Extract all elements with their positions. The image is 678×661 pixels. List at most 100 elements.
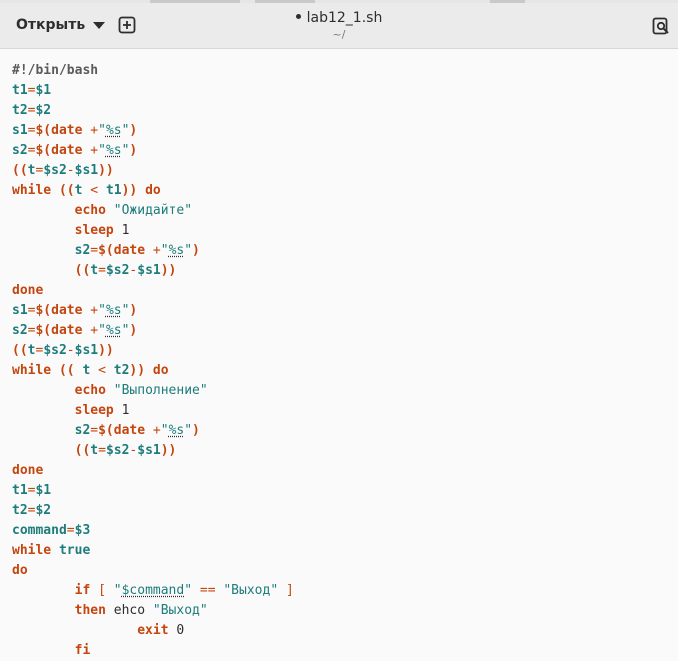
code-token: while	[12, 543, 51, 558]
code-token: $s2	[43, 163, 66, 178]
code-token: ==	[192, 583, 223, 598]
code-line: ((t=$s2-$s1))	[12, 261, 294, 281]
code-token: "	[161, 243, 169, 258]
code-line: s2=$(date +"%s")	[12, 141, 294, 161]
code-token: ))	[98, 343, 114, 358]
open-button-label: Открыть	[16, 17, 85, 33]
code-token: =	[90, 423, 98, 438]
code-token: "Выход"	[223, 583, 278, 598]
code-token: s1	[12, 123, 28, 138]
code-token	[12, 443, 75, 458]
code-token: $(date	[35, 143, 90, 158]
code-line: s1=$(date +"%s")	[12, 121, 294, 141]
code-token: ]	[278, 583, 294, 598]
code-token: t2	[12, 503, 28, 518]
code-line: sleep 1	[12, 221, 294, 241]
code-line: command=$3	[12, 521, 294, 541]
code-token: $(date	[35, 323, 90, 338]
code-token	[12, 583, 75, 598]
code-token: t1	[106, 183, 122, 198]
code-token: "	[184, 243, 192, 258]
code-token: <	[90, 363, 113, 378]
code-token: -	[67, 343, 75, 358]
code-line: ((t=$s2-$s1))	[12, 161, 294, 181]
code-token: %s	[169, 243, 185, 258]
search-button[interactable]	[652, 17, 670, 35]
code-token: command	[12, 523, 67, 538]
code-token	[12, 603, 75, 618]
code-line: echo "Ожидайте"	[12, 201, 294, 221]
code-token: ((	[51, 363, 82, 378]
code-token: "	[184, 423, 192, 438]
code-token: $s2	[106, 443, 129, 458]
code-token: do	[145, 363, 168, 378]
code-line: s2=$(date +"%s")	[12, 421, 294, 441]
code-line: done	[12, 461, 294, 481]
code-token: )	[129, 143, 137, 158]
code-token: $s1	[75, 163, 98, 178]
code-token	[12, 243, 75, 258]
code-token: 1	[114, 223, 130, 238]
code-token: echo	[75, 383, 106, 398]
code-token: s2	[12, 323, 28, 338]
code-token: t	[90, 443, 98, 458]
document-title-area: lab12_1.sh ~/	[240, 9, 438, 42]
code-token: s2	[12, 143, 28, 158]
code-token: 0	[169, 623, 185, 638]
code-line: done	[12, 281, 294, 301]
new-tab-icon	[118, 16, 136, 34]
code-token: if	[75, 583, 91, 598]
code-token: do	[137, 183, 160, 198]
code-line: do	[12, 561, 294, 581]
code-token: ((	[75, 443, 91, 458]
code-token: ))	[129, 363, 145, 378]
text-editor[interactable]: #!/bin/bash t1=$1 t2=$2 s1=$(date +"%s") s2=…	[0, 49, 678, 660]
code-token: $s2	[43, 343, 66, 358]
open-button[interactable]: Открыть	[10, 11, 111, 39]
new-tab-button[interactable]	[118, 16, 136, 34]
code-line: while ((t < t1)) do	[12, 181, 294, 201]
code-token: +	[90, 303, 98, 318]
code-token: s1	[12, 303, 28, 318]
code-line: while true	[12, 541, 294, 561]
code-token: $3	[75, 523, 91, 538]
code-line: #!/bin/bash	[12, 61, 294, 81]
code-token: echo	[75, 203, 106, 218]
code-content[interactable]: #!/bin/bash t1=$1 t2=$2 s1=$(date +"%s") s2=…	[12, 61, 294, 661]
code-token: "	[98, 123, 106, 138]
code-token: t1	[12, 83, 28, 98]
code-token: $s1	[75, 343, 98, 358]
code-token: "Выполнение"	[106, 383, 208, 398]
code-line: ((t=$s2-$s1))	[12, 441, 294, 461]
code-line: if [ "$command" == "Выход" ]	[12, 581, 294, 601]
code-token: "	[114, 583, 122, 598]
code-token: "Ожидайте"	[106, 203, 192, 218]
code-token: %s	[106, 323, 122, 338]
code-line: exit 0	[12, 621, 294, 641]
code-token: "Выход"	[153, 603, 208, 618]
code-token: $(date	[35, 303, 90, 318]
code-token	[12, 403, 75, 418]
code-token: 1	[114, 403, 130, 418]
code-token: $s2	[106, 263, 129, 278]
code-token: $command	[122, 583, 185, 598]
code-token: "	[98, 143, 106, 158]
code-token: $2	[35, 503, 51, 518]
code-token: $s1	[137, 443, 160, 458]
code-line: s1=$(date +"%s")	[12, 301, 294, 321]
code-token	[12, 383, 75, 398]
code-token: done	[12, 463, 43, 478]
code-token: "	[161, 423, 169, 438]
code-token: ((	[75, 263, 91, 278]
code-token: s2	[75, 423, 91, 438]
code-token: #!/bin/bash	[12, 63, 98, 78]
code-token: while	[12, 183, 51, 198]
code-token: %s	[106, 303, 122, 318]
code-token	[12, 263, 75, 278]
code-token: $1	[35, 83, 51, 98]
code-token: +	[153, 243, 161, 258]
code-token: )	[129, 123, 137, 138]
code-token: =	[67, 523, 75, 538]
code-line: ((t=$s2-$s1))	[12, 341, 294, 361]
code-token: t2	[114, 363, 130, 378]
